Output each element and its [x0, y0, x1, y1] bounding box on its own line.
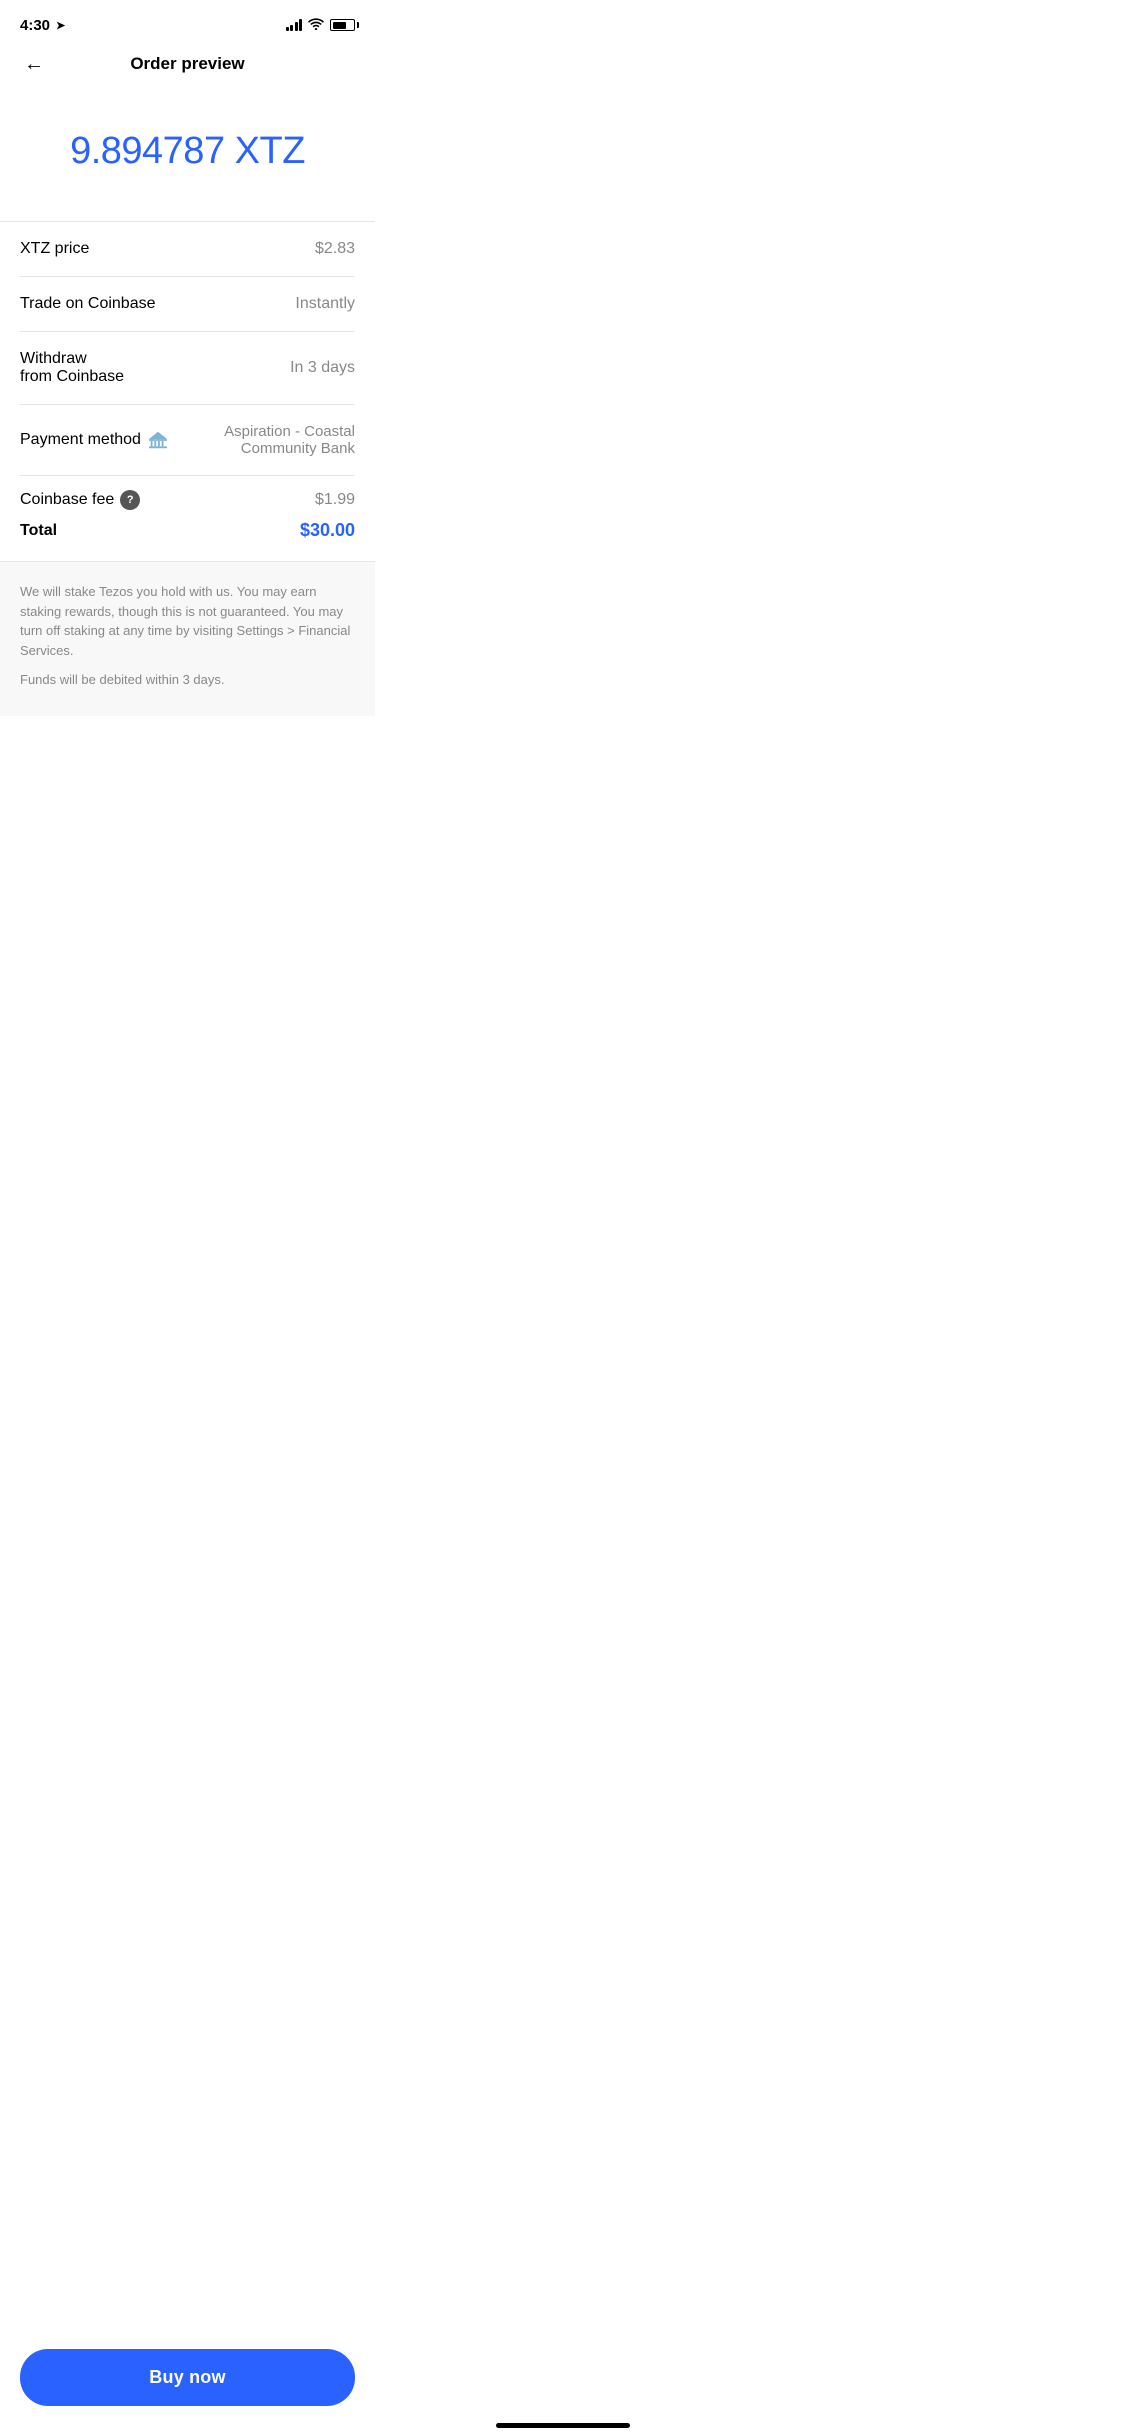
disclaimer-section: We will stake Tezos you hold with us. Yo… — [0, 562, 375, 716]
coinbase-fee-row: Coinbase fee ? $1.99 — [0, 476, 375, 516]
trade-coinbase-label: Trade on Coinbase — [20, 295, 156, 313]
status-icons — [286, 18, 356, 33]
xtz-price-row: XTZ price $2.83 — [0, 222, 375, 276]
wifi-icon — [308, 18, 324, 33]
fee-label: Coinbase fee ? — [20, 490, 140, 510]
signal-icon — [286, 19, 303, 31]
funds-disclaimer: Funds will be debited within 3 days. — [20, 670, 355, 690]
withdraw-label: Withdrawfrom Coinbase — [20, 350, 124, 386]
trade-coinbase-row: Trade on Coinbase Instantly — [0, 277, 375, 331]
total-value: $30.00 — [300, 520, 355, 541]
amount-section: 9.894787 XTZ — [0, 90, 375, 221]
home-indicator — [496, 2423, 630, 2428]
status-bar: 4:30 ➤ — [0, 0, 375, 44]
status-time: 4:30 ➤ — [20, 17, 65, 34]
battery-icon — [330, 19, 355, 31]
buy-button-container: Buy now — [0, 2349, 375, 2406]
location-icon: ➤ — [56, 19, 65, 32]
fee-help-icon[interactable]: ? — [120, 490, 140, 510]
trade-coinbase-value: Instantly — [295, 295, 355, 313]
xtz-price-label: XTZ price — [20, 240, 89, 258]
total-label: Total — [20, 522, 57, 540]
amount-value: 9.894787 XTZ — [70, 130, 305, 173]
payment-method-row: Payment method Aspiration - Coastal Comm… — [0, 405, 375, 475]
bank-icon — [147, 429, 169, 451]
fee-value: $1.99 — [315, 491, 355, 509]
withdraw-value: In 3 days — [290, 359, 355, 377]
payment-method-label: Payment method — [20, 431, 141, 449]
bank-name: Aspiration - Coastal Community Bank — [175, 423, 355, 457]
coinbase-fee-text: Coinbase fee — [20, 491, 114, 509]
withdraw-coinbase-row: Withdrawfrom Coinbase In 3 days — [0, 332, 375, 404]
nav-header: ← Order preview — [0, 44, 375, 90]
buy-now-button[interactable]: Buy now — [20, 2349, 355, 2406]
page-title: Order preview — [130, 54, 244, 74]
total-row: Total $30.00 — [0, 516, 375, 561]
back-button[interactable]: ← — [20, 49, 48, 80]
detail-rows: XTZ price $2.83 Trade on Coinbase Instan… — [0, 222, 375, 816]
payment-value: Aspiration - Coastal Community Bank — [147, 423, 355, 457]
xtz-price-value: $2.83 — [315, 240, 355, 258]
staking-disclaimer: We will stake Tezos you hold with us. Yo… — [20, 582, 355, 660]
